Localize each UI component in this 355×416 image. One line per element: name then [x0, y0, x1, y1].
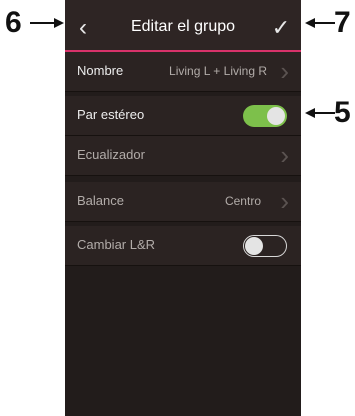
- toggle-knob: [267, 107, 285, 125]
- name-label: Nombre: [77, 63, 124, 78]
- callout-back-arrow: [30, 22, 54, 24]
- swap-lr-label: Cambiar L&R: [77, 237, 156, 252]
- callout-back-number: 6: [5, 6, 22, 39]
- callout-stereo-number: 5: [334, 96, 351, 129]
- stereo-pair-label: Par estéreo: [77, 107, 145, 122]
- callout-confirm-arrow: [315, 22, 335, 24]
- callout-stereo-arrow: [315, 112, 335, 114]
- chevron-right-icon: ›: [280, 140, 289, 170]
- group-edit-screen: ‹ Editar el grupo ✓ Nombre Living L + Li…: [65, 0, 301, 416]
- balance-row[interactable]: Balance Centro ›: [65, 182, 301, 222]
- toggle-knob: [245, 236, 263, 255]
- chevron-right-icon: ›: [280, 186, 289, 216]
- callout-confirm-arrowhead: [305, 18, 315, 28]
- confirm-button[interactable]: ✓: [267, 8, 295, 48]
- name-value: Living L + Living R: [169, 64, 267, 78]
- callout-confirm-number: 7: [334, 6, 351, 39]
- callout-stereo-arrowhead: [305, 108, 315, 118]
- swap-lr-toggle[interactable]: [243, 235, 287, 257]
- callout-back-arrowhead: [54, 18, 64, 28]
- swap-lr-row: Cambiar L&R: [65, 226, 301, 266]
- balance-label: Balance: [77, 193, 124, 208]
- equalizer-row[interactable]: Ecualizador ›: [65, 136, 301, 176]
- back-button[interactable]: ‹: [69, 8, 97, 48]
- equalizer-label: Ecualizador: [77, 147, 145, 162]
- name-row[interactable]: Nombre Living L + Living R ›: [65, 52, 301, 92]
- checkmark-icon: ✓: [271, 15, 291, 40]
- stereo-pair-toggle[interactable]: [243, 105, 287, 127]
- chevron-left-icon: ‹: [79, 14, 87, 41]
- chevron-right-icon: ›: [280, 56, 289, 86]
- stereo-pair-row: Par estéreo: [65, 96, 301, 136]
- top-bar: ‹ Editar el grupo ✓: [65, 0, 301, 52]
- page-title: Editar el grupo: [130, 18, 236, 35]
- balance-value: Centro: [224, 194, 261, 208]
